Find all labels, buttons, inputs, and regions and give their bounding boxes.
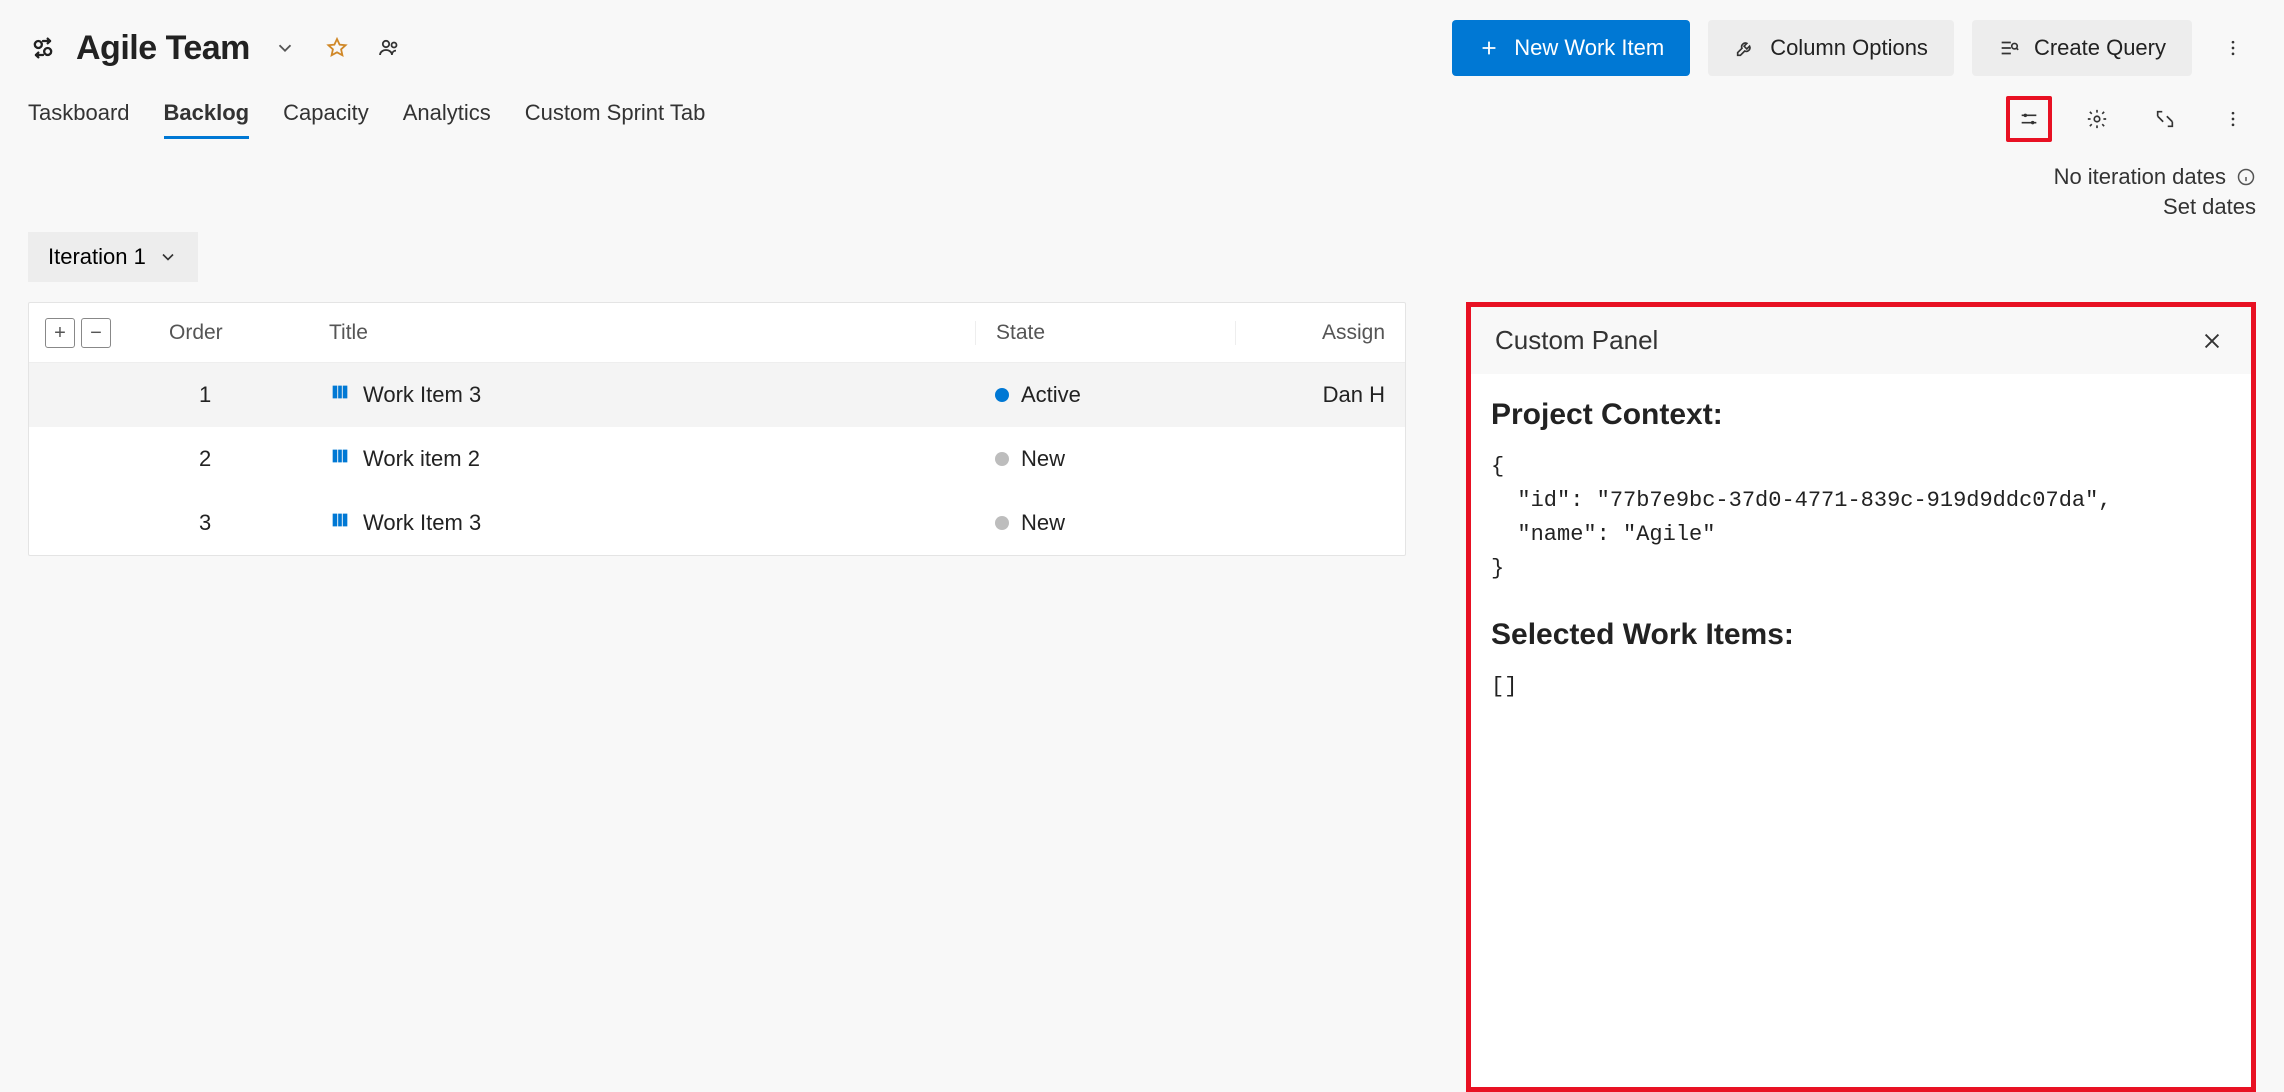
cell-state: New <box>975 446 1235 472</box>
page-header: Agile Team New Work Item Column Options … <box>28 20 2256 76</box>
iteration-dates-row: No iteration dates <box>28 164 2256 190</box>
column-options-button[interactable]: Column Options <box>1708 20 1954 76</box>
panel-close-button[interactable] <box>2197 326 2227 356</box>
panel-section-selected-items: Selected Work Items: <box>1491 618 2231 652</box>
cell-title[interactable]: Work item 2 <box>319 445 975 473</box>
team-picker-chevron[interactable] <box>268 31 302 65</box>
tab-analytics[interactable]: Analytics <box>403 100 491 139</box>
table-row[interactable]: 1 Work Item 3 Active Dan H <box>29 363 1405 427</box>
cell-state: New <box>975 510 1235 536</box>
custom-side-panel: Custom Panel Project Context: { "id": "7… <box>1466 302 2256 1092</box>
panel-json-selected-items: [] <box>1491 670 2231 704</box>
panel-title: Custom Panel <box>1495 325 1658 356</box>
new-work-item-label: New Work Item <box>1514 35 1664 61</box>
panel-section-project-context: Project Context: <box>1491 398 2231 432</box>
team-swap-icon <box>28 33 58 63</box>
state-text: New <box>1021 446 1065 472</box>
work-item-type-icon <box>329 381 351 409</box>
wrench-icon <box>1734 37 1756 59</box>
state-text: Active <box>1021 382 1081 408</box>
column-header-title[interactable]: Title <box>319 321 975 345</box>
cell-order: 1 <box>169 382 319 408</box>
create-query-button[interactable]: Create Query <box>1972 20 2192 76</box>
cell-assigned: Dan H <box>1235 382 1405 408</box>
state-dot-icon <box>995 388 1009 402</box>
cell-order: 3 <box>169 510 319 536</box>
iteration-picker[interactable]: Iteration 1 <box>28 232 198 282</box>
work-item-title-text: Work item 2 <box>363 446 480 472</box>
column-header-assigned[interactable]: Assign <box>1235 321 1405 345</box>
close-icon <box>2201 330 2223 352</box>
collapse-all-button[interactable]: − <box>81 318 111 348</box>
work-item-type-icon <box>329 509 351 537</box>
backlog-grid: + − Order Title State Assign 1 Work Item … <box>28 302 1406 556</box>
cell-title[interactable]: Work Item 3 <box>319 509 975 537</box>
work-item-title-text: Work Item 3 <box>363 382 481 408</box>
tab-bar: Taskboard Backlog Capacity Analytics Custom … <box>28 96 2256 142</box>
column-options-label: Column Options <box>1770 35 1928 61</box>
gear-icon[interactable] <box>2074 96 2120 142</box>
fullscreen-icon[interactable] <box>2142 96 2188 142</box>
team-name: Agile Team <box>76 29 250 68</box>
header-more-icon[interactable] <box>2210 25 2256 71</box>
tab-taskboard[interactable]: Taskboard <box>28 100 130 139</box>
create-query-label: Create Query <box>2034 35 2166 61</box>
new-work-item-button[interactable]: New Work Item <box>1452 20 1690 76</box>
panel-json-project-context: { "id": "77b7e9bc-37d0-4771-839c-919d9dd… <box>1491 450 2231 586</box>
info-icon[interactable] <box>2236 167 2256 187</box>
grid-header-row: + − Order Title State Assign <box>29 303 1405 363</box>
work-item-type-icon <box>329 445 351 473</box>
iteration-label: Iteration 1 <box>48 244 146 270</box>
table-row[interactable]: 2 Work item 2 New <box>29 427 1405 491</box>
table-row[interactable]: 3 Work Item 3 New <box>29 491 1405 555</box>
tab-custom-sprint-tab[interactable]: Custom Sprint Tab <box>525 100 706 139</box>
column-header-order[interactable]: Order <box>169 321 319 345</box>
people-icon[interactable] <box>372 31 406 65</box>
cell-order: 2 <box>169 446 319 472</box>
state-dot-icon <box>995 452 1009 466</box>
state-dot-icon <box>995 516 1009 530</box>
tab-backlog[interactable]: Backlog <box>164 100 250 139</box>
expand-all-button[interactable]: + <box>45 318 75 348</box>
query-icon <box>1998 37 2020 59</box>
no-iteration-dates-text: No iteration dates <box>2054 164 2226 190</box>
toolbar-more-icon[interactable] <box>2210 96 2256 142</box>
filter-settings-icon[interactable] <box>2006 96 2052 142</box>
work-item-title-text: Work Item 3 <box>363 510 481 536</box>
chevron-down-icon <box>158 247 178 267</box>
column-header-state[interactable]: State <box>975 321 1235 345</box>
plus-icon <box>1478 37 1500 59</box>
favorite-star-icon[interactable] <box>320 31 354 65</box>
tab-capacity[interactable]: Capacity <box>283 100 369 139</box>
cell-state: Active <box>975 382 1235 408</box>
set-dates-link[interactable]: Set dates <box>2163 194 2256 220</box>
state-text: New <box>1021 510 1065 536</box>
cell-title[interactable]: Work Item 3 <box>319 381 975 409</box>
